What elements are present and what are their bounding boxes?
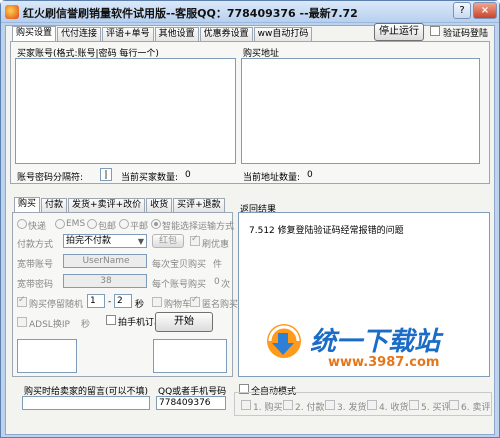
adsl-account-box[interactable]	[17, 339, 77, 373]
buy-address-textarea[interactable]	[241, 58, 480, 164]
adsl-unit: 秒	[81, 320, 91, 330]
account-buy-unit: 次	[221, 280, 231, 290]
auto-step-buy-label: 1. 购买	[253, 403, 283, 413]
current-address-value: 0	[307, 170, 313, 180]
tab-buy[interactable]: 购买	[14, 197, 41, 213]
shipping-express-label: 快递	[28, 222, 47, 232]
auto-step-ship-label: 3. 发货	[337, 403, 367, 413]
app-icon	[5, 5, 19, 19]
password-label: 宽带密码	[17, 280, 54, 290]
top-tab-strip: 购买设置 代付连接 评语+单号 其他设置 优惠券设置 ww自动打码	[12, 26, 313, 42]
tab-proxy-pay[interactable]: 代付连接	[57, 27, 102, 42]
auto-step-ship-checkbox[interactable]	[325, 400, 335, 410]
each-buy-label: 每次宝贝购买	[152, 260, 207, 270]
payment-method-select[interactable]: 拍完不付款 ▼	[63, 234, 147, 248]
result-line: 7.512 修复登陆验证码经常报错的问题	[249, 226, 404, 236]
verify-login-label: 验证码登陆	[443, 29, 489, 39]
auto-step-seller-review-checkbox[interactable]	[449, 400, 459, 410]
stay-from-input[interactable]: 1	[87, 294, 105, 308]
shipping-smart-radio[interactable]	[151, 219, 161, 229]
adsl-checkbox[interactable]	[17, 317, 27, 327]
anonymous-checkbox[interactable]	[190, 295, 200, 307]
watermark-url: www.3987.com	[328, 355, 440, 370]
auto-step-receive-checkbox[interactable]	[367, 400, 377, 410]
current-buyers-label: 当前买家数量:	[121, 173, 179, 183]
tab-pay[interactable]: 付款	[41, 198, 68, 213]
account-buy-label: 每个账号购买	[152, 280, 207, 290]
tab-ship-review-price[interactable]: 发货+卖评+改价	[68, 198, 146, 213]
shipping-express-radio[interactable]	[17, 219, 27, 229]
separator-label: 账号密码分隔符:	[17, 173, 84, 183]
auto-step-buy-checkbox[interactable]	[241, 400, 251, 410]
auto-steps-group: 1. 购买 2. 付款 3. 发货 4. 收货 5. 买评 6. 卖评	[234, 392, 492, 416]
separator-input[interactable]: |	[100, 168, 112, 181]
adsl-label: ADSL换IP	[29, 320, 70, 330]
verify-login-checkbox[interactable]	[430, 26, 440, 36]
tab-receive[interactable]: 收货	[146, 198, 173, 213]
bottom-tab-strip: 购买 付款 发货+卖评+改价 收货 买评+退款	[14, 197, 226, 213]
watermark-logo: 统一下载站 www.3987.com	[258, 313, 463, 375]
shipping-free-label: 包邮	[98, 222, 117, 232]
current-address-label: 当前地址数量:	[243, 173, 301, 183]
stay-dash: -	[108, 297, 112, 307]
current-buyers-value: 0	[185, 170, 191, 180]
red-packet-button[interactable]: 红包	[152, 234, 184, 248]
window-title: 红火刷信誉刷销量软件试用版--客服QQ：778409376 --最新7.72	[23, 7, 358, 20]
tab-buyer-review-refund[interactable]: 买评+退款	[173, 198, 225, 213]
qq-input[interactable]: 778409376	[156, 396, 226, 410]
chevron-down-icon: ▼	[137, 237, 144, 246]
watermark-brand: 统一下载站	[310, 327, 441, 357]
password-input[interactable]: 38	[63, 274, 147, 288]
auto-step-pay-label: 2. 付款	[295, 403, 325, 413]
phone-order-checkbox[interactable]	[106, 315, 116, 325]
auto-step-pay-checkbox[interactable]	[283, 400, 293, 410]
help-button[interactable]: ?	[453, 2, 471, 19]
client-area: 购买设置 代付连接 评语+单号 其他设置 优惠券设置 ww自动打码 停止运行 验…	[5, 23, 495, 435]
wangwang-label: 宽带账号	[17, 260, 54, 270]
auto-step-seller-review-label: 6. 卖评	[461, 403, 491, 413]
tab-ww-captcha[interactable]: ww自动打码	[253, 27, 313, 42]
cart-checkbox[interactable]	[152, 297, 162, 307]
tab-buy-settings[interactable]: 购买设置	[12, 26, 57, 42]
start-button[interactable]: 开始	[155, 312, 213, 332]
title-bar: 红火刷信誉刷销量软件试用版--客服QQ：778409376 --最新7.72 ?…	[1, 1, 499, 23]
shipping-smart-label: 智能选择运输方式	[162, 222, 235, 232]
auto-step-receive-label: 4. 收货	[379, 403, 409, 413]
shipping-normal-label: 平邮	[130, 222, 149, 232]
shipping-free-radio[interactable]	[87, 219, 97, 229]
stay-random-label: 购买停留随机	[29, 300, 84, 310]
account-buy-value: 0	[214, 277, 220, 287]
wangwang-input[interactable]: UserName	[63, 254, 147, 268]
app-window: 红火刷信誉刷销量软件试用版--客服QQ：778409376 --最新7.72 ?…	[0, 0, 500, 438]
refresh-coupon-checkbox[interactable]	[190, 234, 200, 246]
tab-review-number[interactable]: 评语+单号	[102, 27, 154, 42]
tab-other-settings[interactable]: 其他设置	[154, 27, 199, 42]
shipping-ems-label: EMS	[66, 219, 86, 229]
buy-options-panel: 快递 EMS 包邮 平邮 智能选择运输方式 付款方式 拍完不付款 ▼ 红包 刷优…	[12, 212, 238, 377]
auto-step-buyer-review-label: 5. 买评	[421, 403, 451, 413]
auto-step-buyer-review-checkbox[interactable]	[409, 400, 419, 410]
stay-to-input[interactable]: 2	[114, 294, 132, 308]
each-buy-unit: 件	[213, 260, 223, 270]
stay-unit: 秒	[135, 300, 145, 310]
buy-settings-panel: 买家账号(格式:账号|密码 每行一个) 购买地址 账号密码分隔符: | 当前买家…	[10, 41, 490, 184]
shipping-ems-radio[interactable]	[55, 219, 65, 229]
extra-input-box[interactable]	[153, 339, 227, 373]
shipping-normal-radio[interactable]	[119, 219, 129, 229]
refresh-coupon-label: 刷优惠	[202, 240, 230, 250]
close-button[interactable]: ×	[473, 2, 497, 19]
cart-label: 购物车	[164, 300, 192, 310]
message-input[interactable]	[22, 396, 150, 410]
payment-method-value: 拍完不付款	[66, 236, 112, 246]
stay-random-checkbox[interactable]	[17, 295, 27, 307]
anonymous-label: 匿名购买	[202, 300, 239, 310]
payment-method-label: 付款方式	[17, 240, 54, 250]
buyer-accounts-textarea[interactable]	[15, 58, 236, 164]
stop-button[interactable]: 停止运行	[374, 23, 424, 41]
tab-coupon-settings[interactable]: 优惠券设置	[199, 27, 253, 42]
